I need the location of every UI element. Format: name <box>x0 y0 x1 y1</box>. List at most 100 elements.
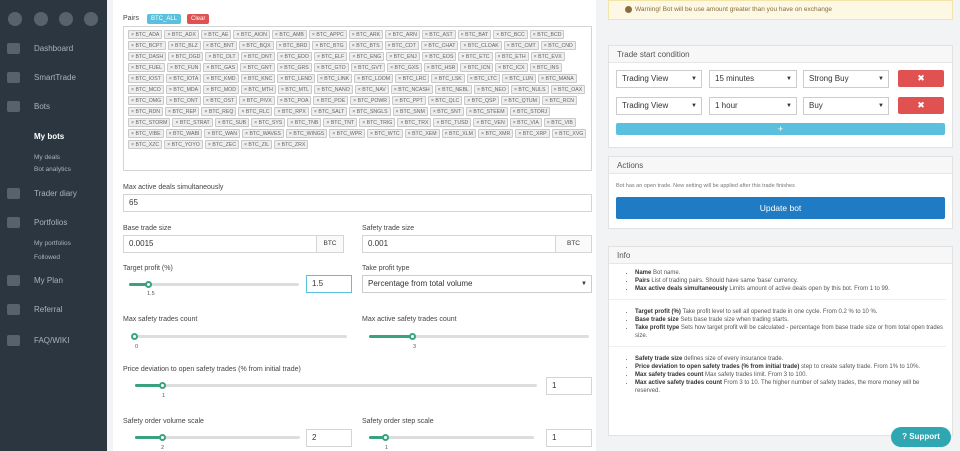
pair-tag[interactable]: × BTC_QLC <box>427 96 463 105</box>
trade-source-select-2[interactable]: Trading View ▼ <box>616 97 702 115</box>
pair-tag[interactable]: × BTC_NEO <box>473 85 509 94</box>
pair-tag[interactable]: × BTC_ZIL <box>240 140 273 149</box>
pair-tag[interactable]: × BTC_WABI <box>165 129 203 138</box>
pair-tag[interactable]: × BTC_ONT <box>166 96 201 105</box>
pair-tag[interactable]: × BTC_LTC <box>466 74 500 83</box>
pair-tag[interactable]: × BTC_TNT <box>323 118 358 127</box>
pair-tag[interactable]: × BTC_NCASH <box>390 85 433 94</box>
pair-tag[interactable]: × BTC_GRS <box>276 63 312 72</box>
pair-tag[interactable]: × BTC_TUSD <box>433 118 472 127</box>
pair-tag[interactable]: × BTC_DNT <box>240 52 275 61</box>
pair-tag[interactable]: × BTC_XMR <box>477 129 514 138</box>
remove-condition-button-2[interactable]: ✖ <box>898 97 944 114</box>
pair-tag[interactable]: × BTC_VIBE <box>128 129 164 138</box>
pair-tag[interactable]: × BTC_WAVES <box>242 129 284 138</box>
sidebar-item-my-portfolios[interactable]: My portfolios <box>34 240 71 247</box>
pair-tag[interactable]: × BTC_XRP <box>515 129 550 138</box>
pair-tag[interactable]: × BTC_GXS <box>387 63 422 72</box>
pair-tag[interactable]: × BTC_ENJ <box>386 52 420 61</box>
pair-tag[interactable]: × BTC_VIA <box>509 118 542 127</box>
pair-tag[interactable]: × BTC_QTUM <box>500 96 540 105</box>
step-scale-slider-handle[interactable] <box>382 434 389 441</box>
pair-tag[interactable]: × BTC_MANA <box>538 74 577 83</box>
pair-tag[interactable]: × BTC_MTL <box>277 85 313 94</box>
trade-interval-select-2[interactable]: 1 hour ▼ <box>709 97 797 115</box>
pair-tag[interactable]: × BTC_DLT <box>205 52 239 61</box>
pair-tag[interactable]: × BTC_KNC <box>240 74 276 83</box>
pair-tag[interactable]: × BTC_CHAT <box>420 41 459 50</box>
pair-tag[interactable]: × BTC_LEND <box>277 74 315 83</box>
sidebar-item-followed[interactable]: Followed <box>34 254 60 261</box>
pair-tag[interactable]: × BTC_WTC <box>367 129 403 138</box>
pair-tag[interactable]: × BTC_BTG <box>312 41 347 50</box>
pair-tag[interactable]: × BTC_FUN <box>167 63 202 72</box>
pair-tag[interactable]: × BTC_WPR <box>329 129 366 138</box>
deviation-input[interactable]: 1 <box>546 377 592 395</box>
pair-tag[interactable]: × BTC_MOD <box>203 85 239 94</box>
pair-tag[interactable]: × BTC_TRX <box>397 118 432 127</box>
pair-tag[interactable]: × BTC_GTO <box>313 63 349 72</box>
sidebar-item-my-plan[interactable]: My Plan <box>0 270 107 290</box>
max-safety-slider-handle[interactable] <box>131 333 138 340</box>
pair-tag[interactable]: × BTC_LSK <box>431 74 465 83</box>
sidebar-item-dashboard[interactable]: Dashboard <box>0 38 107 58</box>
pair-tag[interactable]: × BTC_GAS <box>203 63 239 72</box>
pair-tag[interactable]: × BTC_LOOM <box>354 74 394 83</box>
pairs-multiselect[interactable]: × BTC_ADA × BTC_ADX × BTC_AE × BTC_AION × BT… <box>123 26 592 171</box>
pair-tag[interactable]: × BTC_DGD <box>168 52 204 61</box>
pair-tag[interactable]: × BTC_ARK <box>348 30 384 39</box>
pair-tag[interactable]: × BTC_XVG <box>551 129 587 138</box>
pair-tag[interactable]: × BTC_QSP <box>464 96 499 105</box>
pair-tag[interactable]: × BTC_POA <box>276 96 312 105</box>
clear-button[interactable]: Clear <box>187 14 210 24</box>
pair-tag[interactable]: × BTC_OAX <box>550 85 586 94</box>
pair-tag[interactable]: × BTC_LINK <box>316 74 353 83</box>
pair-tag[interactable]: × BTC_STEEM <box>465 107 508 116</box>
pair-tag[interactable]: × BTC_WAN <box>204 129 240 138</box>
pair-tag[interactable]: × BTC_DASH <box>128 52 167 61</box>
support-button[interactable]: ? Support <box>891 427 951 447</box>
volume-scale-slider[interactable] <box>135 434 300 441</box>
pair-tag[interactable]: × BTC_SNM <box>392 107 428 116</box>
pair-tag[interactable]: × BTC_BCD <box>529 30 565 39</box>
pair-tag[interactable]: × BTC_WINGS <box>285 129 328 138</box>
pair-tag[interactable]: × BTC_LUN <box>501 74 537 83</box>
pair-tag[interactable]: × BTC_BCC <box>493 30 528 39</box>
pair-tag[interactable]: × BTC_ICN <box>460 63 494 72</box>
pair-tag[interactable]: × BTC_ICX <box>495 63 528 72</box>
sidebar-item-bots[interactable]: Bots <box>0 96 107 116</box>
pair-tag[interactable]: × BTC_EDO <box>276 52 312 61</box>
sidebar-item-bot-analytics[interactable]: Bot analytics <box>34 166 71 173</box>
sidebar-item-trader-diary[interactable]: Trader diary <box>0 183 107 203</box>
pair-tag[interactable]: × BTC_NEBL <box>434 85 472 94</box>
pair-tag[interactable]: × BTC_PIVX <box>239 96 275 105</box>
pair-tag[interactable]: × BTC_NAV <box>354 85 389 94</box>
max-active-safety-slider-handle[interactable] <box>409 333 416 340</box>
pair-tag[interactable]: × BTC_XLM <box>441 129 476 138</box>
sidebar-item-smarttrade[interactable]: SmartTrade <box>0 67 107 87</box>
sidebar-item-referral[interactable]: Referral <box>0 299 107 319</box>
sidebar-item-my-deals[interactable]: My deals <box>34 154 60 161</box>
pair-tag[interactable]: × BTC_BQX <box>238 41 274 50</box>
step-scale-input[interactable]: 1 <box>546 429 592 447</box>
pair-tag[interactable]: × BTC_CDT <box>384 41 419 50</box>
step-scale-slider[interactable] <box>369 434 534 441</box>
target-profit-slider-handle[interactable] <box>145 281 152 288</box>
pair-tag[interactable]: × BTC_POWR <box>350 96 391 105</box>
pair-tag[interactable]: × BTC_GNT <box>240 63 275 72</box>
add-condition-button[interactable]: + <box>616 123 945 135</box>
target-profit-input[interactable]: 1.5 <box>306 275 352 293</box>
safety-size-input[interactable]: 0.001 <box>362 235 556 253</box>
pair-tag[interactable]: × BTC_EOS <box>421 52 457 61</box>
pair-tag[interactable]: × BTC_ENG <box>349 52 385 61</box>
pair-tag[interactable]: × BTC_BAT <box>457 30 492 39</box>
pair-tag[interactable]: × BTC_IOST <box>128 74 164 83</box>
sidebar-item-portfolios[interactable]: Portfolios <box>0 212 107 232</box>
pair-tag[interactable]: × BTC_ETH <box>494 52 529 61</box>
update-bot-button[interactable]: Update bot <box>616 197 945 219</box>
max-safety-slider[interactable] <box>131 333 347 340</box>
android-icon[interactable] <box>84 12 98 26</box>
pair-tag[interactable]: × BTC_ZEC <box>204 140 239 149</box>
pair-tag[interactable]: × BTC_RCN <box>541 96 577 105</box>
pair-tag[interactable]: × BTC_BRD <box>275 41 311 50</box>
